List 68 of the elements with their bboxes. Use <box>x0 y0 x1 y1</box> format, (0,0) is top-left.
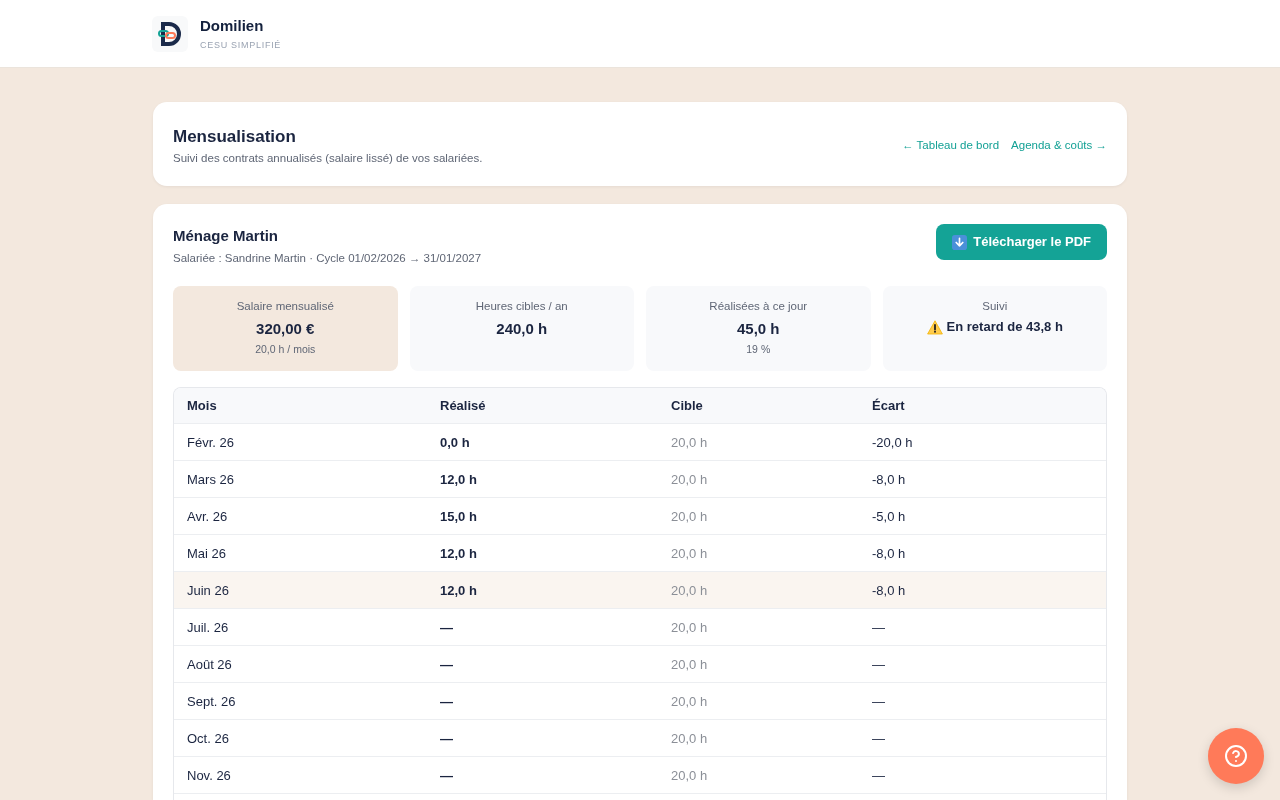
table-cell: 20,0 h <box>671 509 708 524</box>
table-cell: 20,0 h <box>671 583 708 598</box>
contract-subtitle: Salariée : Sandrine Martin · Cycle 01/02/2026 → 31/01/2027 <box>173 251 482 266</box>
stat-label: Heures cibles / an <box>475 299 568 314</box>
table-cell: -5,0 h <box>872 509 906 524</box>
download-icon <box>952 234 968 250</box>
table-cell: Févr. 26 <box>187 435 234 450</box>
table-cell: 20,0 h <box>671 546 708 561</box>
table-cell: — <box>872 731 885 746</box>
table-cell: — <box>872 657 885 672</box>
logo-icon <box>152 15 188 52</box>
column-header: Réalisé <box>439 396 487 415</box>
table-cell: 20,0 h <box>671 694 708 709</box>
table-cell: 20,0 h <box>671 768 708 783</box>
table-cell: Sept. 26 <box>187 694 236 709</box>
table-cell: 12,0 h <box>440 472 477 487</box>
help-icon <box>1224 744 1248 768</box>
table-cell: Mai 26 <box>187 546 227 561</box>
table-cell: Mars 26 <box>187 472 234 487</box>
table-cell: — <box>440 731 453 746</box>
table-cell: 20,0 h <box>671 620 708 635</box>
brand-name: Domilien <box>200 16 265 36</box>
table-cell: Avr. 26 <box>187 509 228 524</box>
table-cell: — <box>440 657 453 672</box>
table-cell: — <box>440 768 453 783</box>
table-cell: — <box>872 620 885 635</box>
table-cell: Juil. 26 <box>187 620 229 635</box>
page-title: Mensualisation <box>173 126 297 148</box>
table-cell: 15,0 h <box>440 509 477 524</box>
table-cell: 0,0 h <box>440 435 470 450</box>
stat-note: 19 % <box>746 342 771 356</box>
contract-title: Ménage Martin <box>173 226 279 246</box>
table-cell: 20,0 h <box>671 657 708 672</box>
table-cell: — <box>440 694 453 709</box>
table-cell: 20,0 h <box>671 472 708 487</box>
download-pdf-button[interactable]: Télécharger le PDF <box>936 224 1107 260</box>
table-cell: -8,0 h <box>872 583 906 598</box>
table-cell: — <box>440 620 453 635</box>
table-cell: — <box>872 768 885 783</box>
table-cell: -8,0 h <box>872 546 906 561</box>
column-header: Écart <box>871 396 906 415</box>
stat-value: 320,00 € <box>256 319 315 339</box>
stat-label: Réalisées à ce jour <box>709 299 808 314</box>
table-cell: Nov. 26 <box>187 768 231 783</box>
stat-value: 240,0 h <box>496 319 548 339</box>
table-cell: 12,0 h <box>440 583 477 598</box>
table-cell: Juin 26 <box>187 583 229 598</box>
table-cell: 20,0 h <box>671 435 708 450</box>
table-cell: -20,0 h <box>872 435 913 450</box>
table-cell: Août 26 <box>187 657 232 672</box>
stat-value: 45,0 h <box>737 319 780 339</box>
nav-link[interactable]: ← Tableau de bord <box>902 137 1000 155</box>
stat-note: 20,0 h / mois <box>255 342 316 356</box>
column-header: Mois <box>186 396 218 415</box>
table-cell: 12,0 h <box>440 546 477 561</box>
stat-label: Suivi <box>982 299 1008 314</box>
stat-value: En retard de 43,8 h <box>946 318 1063 336</box>
stat-label: Salaire mensualisé <box>236 299 334 314</box>
help-button[interactable] <box>1208 728 1264 784</box>
warning-icon <box>926 319 943 335</box>
table-cell: -8,0 h <box>872 472 906 487</box>
table-cell: 20,0 h <box>671 731 708 746</box>
table-cell: Oct. 26 <box>187 731 229 746</box>
column-header: Cible <box>670 396 704 415</box>
table-cell: — <box>872 694 885 709</box>
brand-tagline: CESU SIMPLIFIÉ <box>200 39 282 51</box>
nav-link[interactable]: Agenda & coûts → <box>1011 137 1107 155</box>
page-subtitle: Suivi des contrats annualisés (salaire lissé) de vos salariées. <box>173 151 483 166</box>
